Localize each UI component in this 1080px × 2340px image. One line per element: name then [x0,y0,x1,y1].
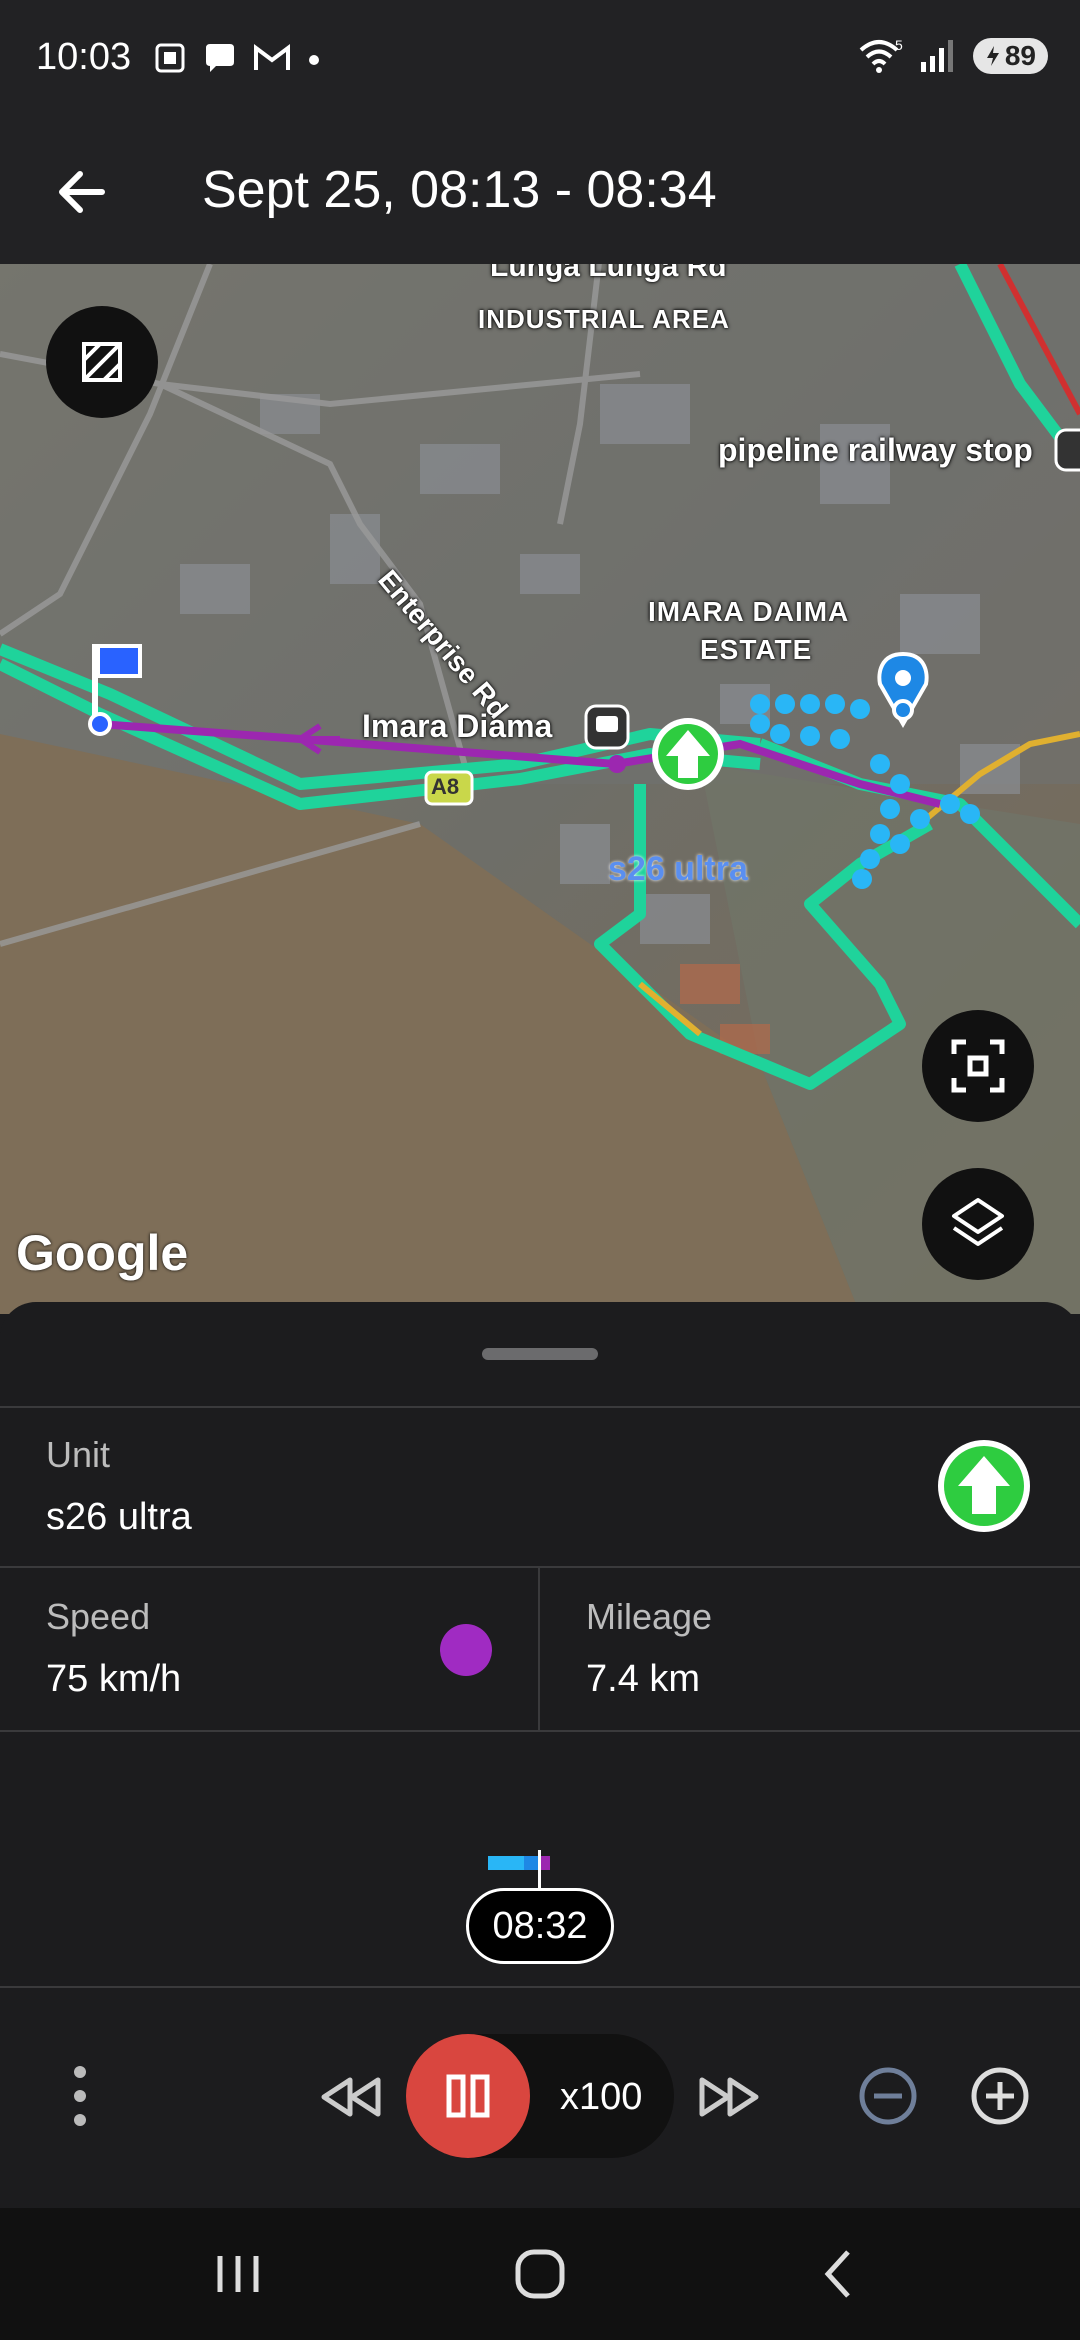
speed-value: 75 km/h [46,1658,182,1700]
wifi-icon: 5 [859,37,903,73]
chat-icon [206,44,234,72]
map-label-imara-estate-1: IMARA DAIMA [648,596,850,627]
map-overlay-toggle-button[interactable] [46,306,158,418]
unit-direction-icon[interactable] [936,1438,1032,1534]
system-status: 5 89 [857,36,1048,76]
satellite-map [0,264,1080,1314]
unit-label: Unit [46,1434,111,1475]
signal-icon [920,40,953,72]
map-view[interactable]: Lunga Lunga Rd INDUSTRIAL AREA pipeline … [0,264,1080,1314]
page-title: Sept 25, 08:13 - 08:34 [202,161,717,219]
mileage-value: 7.4 km [586,1658,701,1700]
divider [0,1566,1080,1568]
unit-value: s26 ultra [46,1496,192,1538]
status-time: 10:03 [36,36,132,78]
speed-label: Speed [46,1596,151,1637]
timeline-cursor[interactable] [538,1850,541,1890]
layers-icon [952,1198,1004,1246]
home-icon[interactable] [510,2244,570,2304]
status-bar: 10:03 5 89 [0,0,1080,120]
rewind-icon[interactable] [316,2072,386,2122]
divider [0,1406,1080,1408]
notification-icons [152,40,322,76]
google-attribution: Google [16,1225,189,1281]
sheet-drag-handle[interactable] [482,1348,598,1360]
train-station-icon [584,704,630,750]
divider [0,1986,1080,1988]
map-layers-button[interactable] [922,1168,1034,1280]
pause-button[interactable] [406,2034,530,2158]
map-label-unit: s26 ultra [608,850,748,888]
playback-controls: x100 [0,2000,1080,2208]
battery-indicator: 89 [972,38,1048,74]
speed-multiplier[interactable]: x100 [560,2076,642,2119]
map-label-imara-station: Imara Diama [362,708,553,744]
vertical-divider [538,1568,540,1730]
map-label-pipeline-stop: pipeline railway stop [718,432,1033,468]
speed-color-dot [440,1624,492,1676]
pause-icon [446,2074,490,2118]
dot-icon [309,55,319,65]
screenshot-icon [155,43,185,73]
charging-icon [986,46,999,66]
map-label-imara-estate-2: ESTATE [700,634,813,665]
divider [0,1730,1080,1732]
zoom-out-icon[interactable] [856,2064,920,2128]
back-arrow-icon[interactable] [50,160,114,224]
focus-frame-icon [951,1039,1005,1093]
zoom-in-icon[interactable] [968,2064,1032,2128]
more-options-icon[interactable] [60,2056,100,2136]
train-station-icon-2 [1054,428,1080,472]
wifi-badge: 5 [895,37,903,53]
mileage-label: Mileage [586,1596,713,1637]
current-time: 08:32 [492,1904,588,1947]
battery-level: 89 [1004,40,1036,71]
road-shield-label: A8 [431,774,460,799]
vehicle-marker-icon [652,718,724,790]
map-label-industrial-area: INDUSTRIAL AREA [478,304,730,334]
fast-forward-icon[interactable] [694,2072,764,2122]
recent-apps-icon[interactable] [208,2244,268,2304]
fit-route-button[interactable] [922,1010,1034,1122]
current-time-pill: 08:32 [466,1888,614,1964]
back-nav-icon[interactable] [810,2244,870,2304]
app-bar: Sept 25, 08:13 - 08:34 [0,120,1080,264]
map-label-road: Lunga Lunga Rd [490,264,727,283]
system-navigation-bar [0,2208,1080,2340]
crop-area-icon [82,342,122,382]
gmail-icon [254,44,290,70]
